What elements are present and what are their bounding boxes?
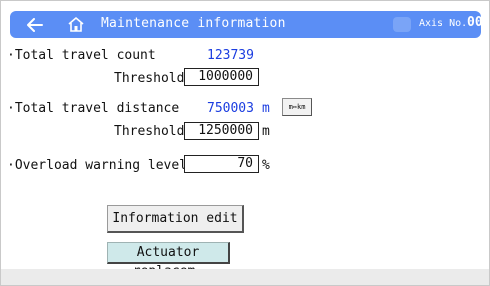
travel-distance-unit: m bbox=[262, 101, 270, 116]
travel-distance-threshold-label: Threshold bbox=[114, 124, 185, 139]
travel-count-threshold-label: Threshold bbox=[114, 71, 185, 86]
axis-label: Axis No. bbox=[419, 18, 468, 29]
back-button[interactable] bbox=[22, 13, 48, 36]
unit-toggle-button[interactable]: m⇔km bbox=[282, 98, 312, 116]
travel-count-value: 123739 bbox=[207, 48, 254, 63]
overload-unit: % bbox=[262, 158, 270, 173]
footer-bar bbox=[1, 269, 489, 285]
home-icon bbox=[68, 17, 84, 32]
maintenance-screen: Maintenance information Axis No. 00 ·Tot… bbox=[0, 0, 490, 286]
travel-distance-threshold-input[interactable]: 1250000 bbox=[184, 122, 259, 140]
actuator-replace-button[interactable]: Actuator replacem. bbox=[107, 242, 230, 279]
overload-label: ·Overload warning level bbox=[7, 158, 188, 173]
page-title: Maintenance information bbox=[101, 16, 286, 31]
axis-indicator bbox=[393, 17, 411, 32]
travel-distance-value: 750003 bbox=[207, 101, 254, 116]
travel-count-threshold-input[interactable]: 1000000 bbox=[184, 68, 259, 86]
title-bar: Maintenance information Axis No. 00 bbox=[10, 11, 483, 38]
arrow-left-icon bbox=[27, 17, 43, 32]
travel-distance-threshold-unit: m bbox=[262, 124, 270, 139]
information-edit-button[interactable]: Information edit bbox=[107, 205, 244, 233]
travel-count-label: ·Total travel count bbox=[7, 48, 156, 63]
axis-number: 00 bbox=[467, 15, 483, 30]
overload-input[interactable]: 70 bbox=[184, 155, 259, 173]
travel-distance-label: ·Total travel distance bbox=[7, 101, 180, 116]
home-button[interactable] bbox=[64, 13, 88, 36]
